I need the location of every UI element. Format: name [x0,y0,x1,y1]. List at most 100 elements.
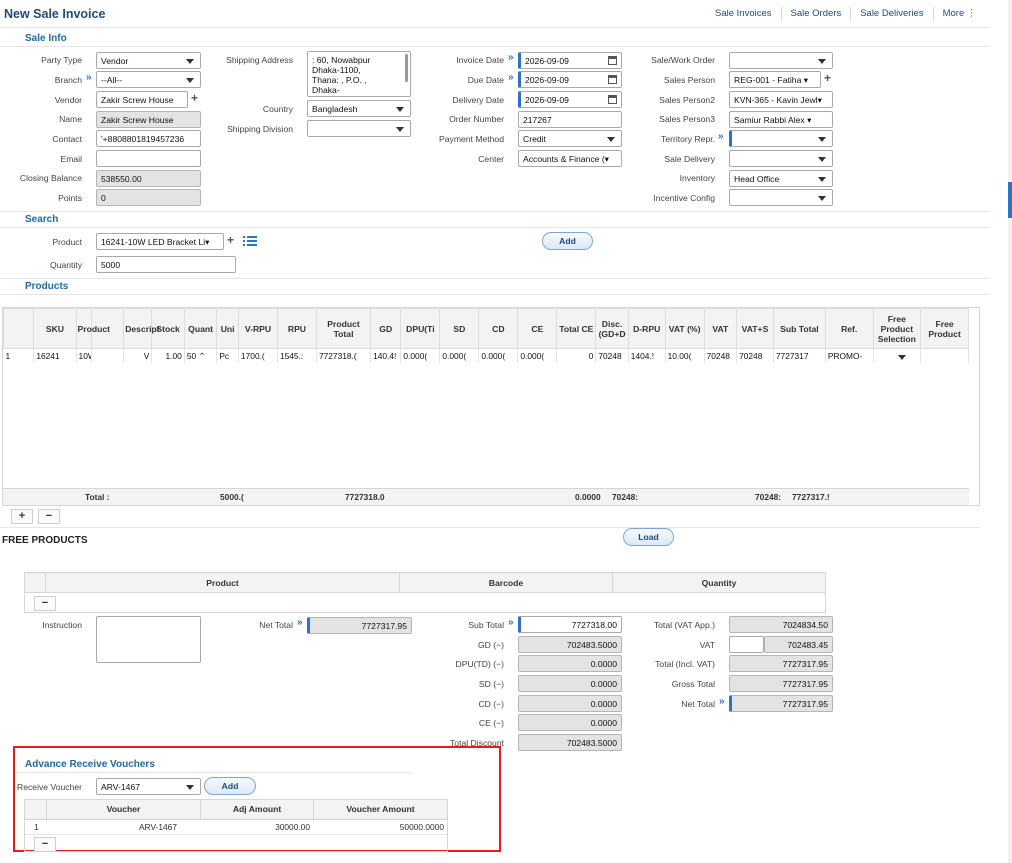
col-d-rpu[interactable]: D-RPU [627,308,666,349]
email-input[interactable] [96,150,201,167]
center-select[interactable]: Accounts & Finance (▾ [518,150,622,167]
quantity-input[interactable]: 5000 [96,256,236,273]
col-adj-amount[interactable]: Adj Amount [201,804,313,814]
col-vat[interactable]: VAT [703,308,738,349]
sale-work-order-select[interactable] [729,52,833,69]
sales-person3-input[interactable]: Samiur Rabbi Alex ▾ [729,111,833,128]
add-vendor-icon[interactable]: + [191,91,198,105]
col-product[interactable]: Product [46,578,399,588]
instruction-label: Instruction [42,620,82,630]
load-button[interactable]: Load [623,528,674,546]
incentive-config-select[interactable] [729,189,833,206]
nav-sale-orders[interactable]: Sale Orders [780,7,851,21]
products-table: SKU Product Descript Stock Quant Uni V-R… [2,307,980,506]
col-total-ce[interactable]: Total CE [556,308,597,349]
gd-field: 702483.5000 [518,636,622,653]
col-voucher-amount[interactable]: Voucher Amount [314,804,447,814]
remove-voucher-button[interactable]: − [34,837,56,852]
quantity-label: Quantity [49,260,82,270]
calendar-icon[interactable] [608,75,617,84]
sub-total-field[interactable]: 7727318.00 [518,616,622,633]
chevron-right-icon[interactable]: » [297,617,303,628]
party-type-select[interactable]: Vendor [96,52,201,69]
contact-input[interactable]: '+8808801819457236 [96,130,201,147]
col-free-product[interactable]: Free Product [920,308,969,349]
scrollbar-thumb[interactable] [1008,182,1012,218]
vat-input[interactable] [729,636,764,653]
list-icon[interactable] [243,235,257,249]
remove-row-button[interactable]: − [38,509,60,524]
nav-more[interactable]: More ⋮ [932,7,986,21]
add-row-button[interactable]: + [11,509,33,524]
col-quantity[interactable]: Quantity [613,578,825,588]
col-free-product-selection[interactable]: Free Product Selection [872,308,922,349]
net-total-label: Net Total [259,620,293,630]
voucher-add-button[interactable]: Add [204,777,256,795]
order-number-input[interactable]: 217267 [518,111,622,128]
calendar-icon[interactable] [608,95,617,104]
col-v-rpu[interactable]: V-RPU [237,308,278,349]
col-unit[interactable]: Uni [216,308,239,349]
chevron-right-icon[interactable]: » [508,52,514,63]
col-cd[interactable]: CD [478,308,519,349]
col-vat-s[interactable]: VAT+S [736,308,774,349]
col-ref[interactable]: Ref. [824,308,874,349]
country-select[interactable]: Bangladesh [307,100,411,117]
chevron-down-icon [186,785,194,790]
ce-label: CE (−) [478,718,504,728]
nav-sale-deliveries[interactable]: Sale Deliveries [850,7,932,21]
instruction-textarea[interactable] [96,616,201,663]
col-barcode[interactable]: Barcode [400,578,612,588]
remove-free-product-button[interactable]: − [34,596,56,611]
col-sub-total[interactable]: Sub Total [772,308,826,349]
total-incl-vat-label: Total (Incl. VAT) [655,659,715,669]
delivery-date-input[interactable]: 2026-09-09 [518,91,622,108]
scrollbar[interactable] [1008,0,1012,863]
col-vat-percent[interactable]: VAT (%) [664,308,705,349]
sales-person-input[interactable]: REG-001 - Fatiha ▾ [729,71,821,88]
free-product-selection-select[interactable] [873,348,922,363]
chevron-right-icon[interactable]: » [508,72,514,83]
product-search-input[interactable]: 16241-10W LED Bracket Li▾ [96,233,224,250]
territory-repr-select[interactable] [729,130,833,147]
scrollbar[interactable] [405,54,408,82]
vendor-input[interactable]: Zakir Screw House [96,91,188,108]
table-row[interactable]: 1 16241 10W LEI V 1.00 50 ⌃ Pc 1700.( 15… [3,348,969,363]
chevron-right-icon[interactable]: » [719,696,725,707]
col-quantity[interactable]: Quant [183,308,218,349]
shipping-address-textarea[interactable]: : 60, Nowabpur Dhaka-1100, Thana: , P.O.… [307,51,411,97]
col-product-total[interactable]: Product Total [315,308,372,349]
calendar-icon[interactable] [608,56,617,65]
payment-method-select[interactable]: Credit [518,130,622,147]
search-add-button[interactable]: Add [542,232,593,250]
sales-person2-label: Sales Person2 [659,95,715,105]
col-disc[interactable]: Disc. (GD+D [595,308,629,349]
due-date-label: Due Date [467,75,504,85]
chevron-right-icon[interactable]: » [508,617,514,628]
inventory-select[interactable]: Head Office [729,170,833,187]
shipping-division-select[interactable] [307,120,411,137]
territory-repr-label: Territory Repr. [661,134,715,144]
chevron-right-icon[interactable]: » [718,131,724,142]
due-date-input[interactable]: 2026-09-09 [518,71,622,88]
nav-sale-invoices[interactable]: Sale Invoices [706,7,781,21]
col-ce[interactable]: CE [517,308,558,349]
sales-person2-input[interactable]: KVN-365 - Kavin Jewl▾ [729,91,833,108]
col-voucher[interactable]: Voucher [47,804,200,814]
add-product-icon[interactable]: + [227,233,234,247]
table-row[interactable]: 1 ARV-1467 30000.00 50000.0000 [25,820,447,835]
branch-select[interactable]: --All-- [96,71,201,88]
col-stock[interactable]: Stock [151,308,185,349]
col-sd[interactable]: SD [439,308,480,349]
col-rpu[interactable]: RPU [276,308,317,349]
col-product[interactable]: Product [75,308,110,349]
col-dpu[interactable]: DPU(Ti [400,308,441,349]
col-description[interactable]: Descript [123,308,160,349]
col-gd[interactable]: GD [370,308,402,349]
invoice-date-input[interactable]: 2026-09-09 [518,52,622,69]
sale-delivery-select[interactable] [729,150,833,167]
receive-voucher-select[interactable]: ARV-1467 [96,778,201,795]
col-sku[interactable]: SKU [33,308,77,349]
chevron-right-icon[interactable]: » [86,72,92,83]
add-sales-person-icon[interactable]: + [824,71,831,85]
